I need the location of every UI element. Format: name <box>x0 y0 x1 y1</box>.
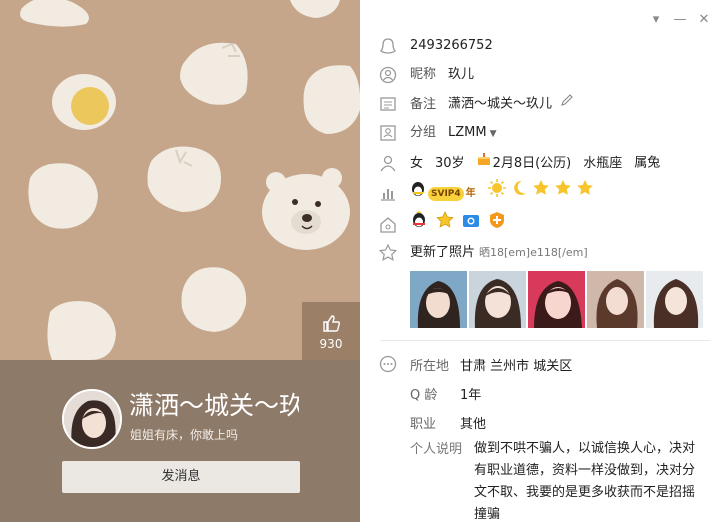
send-message-button[interactable]: 发消息 <box>62 461 300 493</box>
window-controls: ▾ — ✕ <box>642 8 714 28</box>
photo-thumbnail[interactable] <box>528 271 585 328</box>
cake-icon <box>477 149 491 177</box>
group-select[interactable]: LZMM ▼ <box>448 125 497 140</box>
star-icon <box>576 179 594 208</box>
birthday: 2月8日(公历) <box>492 155 572 171</box>
group-row: 分组 LZMM ▼ <box>360 119 722 147</box>
personal-signature: 姐姐有床，你敢上吗 <box>130 428 239 442</box>
group-value: LZMM <box>448 125 487 140</box>
nickname-row: 昵称 玖儿 <box>360 61 722 89</box>
qq-member-icon[interactable] <box>410 211 428 240</box>
minimize-button[interactable]: — <box>670 12 690 27</box>
dropdown-icon[interactable]: ▾ <box>646 12 666 27</box>
close-button[interactable]: ✕ <box>694 12 714 27</box>
sun-icon <box>487 179 506 208</box>
remark-row: 备注 潇洒～城关～玖儿 <box>360 90 722 118</box>
shield-service-icon[interactable] <box>488 211 506 240</box>
bun-decoration <box>180 42 248 105</box>
edit-pencil-icon[interactable] <box>560 90 574 118</box>
remark-value: 潇洒～城关～玖儿 <box>448 96 553 112</box>
svip-year-badge: 年 <box>465 187 476 199</box>
crown-house-icon <box>379 216 397 234</box>
bun-decoration <box>28 163 98 229</box>
bear-decoration <box>262 168 350 250</box>
photo-thumbnail[interactable] <box>469 271 526 328</box>
services-row <box>360 211 722 239</box>
card-icon <box>379 95 397 113</box>
like-button[interactable]: 930 <box>302 302 360 360</box>
avatar[interactable] <box>62 389 122 449</box>
nickname-value: 玖儿 <box>448 67 475 82</box>
intro-value: 做到不哄不骗人，以诚信换人心，决对有职业道德，资料一样没做到，决对分文不取、我要… <box>474 441 696 522</box>
photos-header-row: 更新了照片 晒18[em]e118[/em] <box>360 239 722 267</box>
bun-decoration <box>303 65 360 134</box>
group-icon <box>379 124 397 142</box>
qage-label: Q 龄 <box>410 388 438 403</box>
display-name: 潇洒～城关～玖儿 <box>129 391 299 420</box>
section-divider <box>380 340 710 341</box>
photos-updated-text[interactable]: 更新了照片 <box>410 245 475 260</box>
chinese-zodiac: 属兔 <box>634 155 661 171</box>
intro-label: 个人说明 <box>410 442 463 457</box>
like-count: 930 <box>319 337 343 351</box>
profile-details-panel: ▾ — ✕ 2493266752 昵称 玖儿 备注 潇洒～城关～玖儿 分组 LZMM ▼ <box>360 0 722 522</box>
photo-thumbnail[interactable] <box>410 271 467 328</box>
egg-decoration <box>52 74 116 130</box>
qage-info: Q 龄 1年 <box>410 384 481 403</box>
qage-value: 1年 <box>460 388 482 403</box>
penguin-icon <box>379 37 397 55</box>
personal-row: 女 30岁 2月8日(公历) 水瓶座 属兔 <box>360 149 722 177</box>
bun-decoration <box>147 146 221 212</box>
age: 30岁 <box>435 155 465 171</box>
svip-penguin-icon <box>410 180 426 208</box>
location-label: 所在地 <box>410 359 450 374</box>
photos-meta: 晒18[em]e118[/em] <box>479 246 588 259</box>
photo-thumbnail[interactable] <box>587 271 644 328</box>
more-icon[interactable] <box>379 355 397 373</box>
group-label: 分组 <box>410 125 437 140</box>
bun-decoration <box>290 0 340 18</box>
level-chart-icon <box>379 184 397 202</box>
level-row: SVIP4 年 <box>360 179 722 207</box>
nickname-label: 昵称 <box>410 67 437 82</box>
gender: 女 <box>410 155 424 171</box>
photo-thumbnail[interactable] <box>646 271 703 328</box>
location-value: 甘肃 兰州市 城关区 <box>460 359 573 374</box>
user-circle-icon <box>379 66 397 84</box>
star-icon <box>554 179 572 208</box>
camera-service-icon[interactable] <box>462 211 480 240</box>
qq-number-row: 2493266752 <box>360 32 722 60</box>
job-info: 职业 其他 <box>410 413 486 432</box>
zodiac-sign: 水瓶座 <box>583 155 623 171</box>
bun-decoration <box>20 0 89 27</box>
remark-label: 备注 <box>410 96 437 112</box>
person-icon <box>379 154 397 172</box>
star-service-icon[interactable] <box>436 211 454 240</box>
profile-cover: 930 潇洒～城关～玖儿 姐姐有床，你敢上吗 发消息 <box>0 0 360 522</box>
moon-icon <box>510 179 528 208</box>
qq-number: 2493266752 <box>410 38 493 53</box>
bun-decoration <box>47 301 116 360</box>
star-outline-icon <box>378 243 398 262</box>
svip-badge[interactable]: SVIP4 <box>428 186 464 201</box>
chevron-down-icon: ▼ <box>489 129 497 139</box>
job-value: 其他 <box>460 417 487 432</box>
job-label: 职业 <box>410 417 437 432</box>
thumbs-up-icon <box>302 314 360 336</box>
star-icon <box>532 179 550 208</box>
bun-decoration <box>181 267 247 332</box>
location-info: 所在地 甘肃 兰州市 城关区 <box>410 355 572 374</box>
